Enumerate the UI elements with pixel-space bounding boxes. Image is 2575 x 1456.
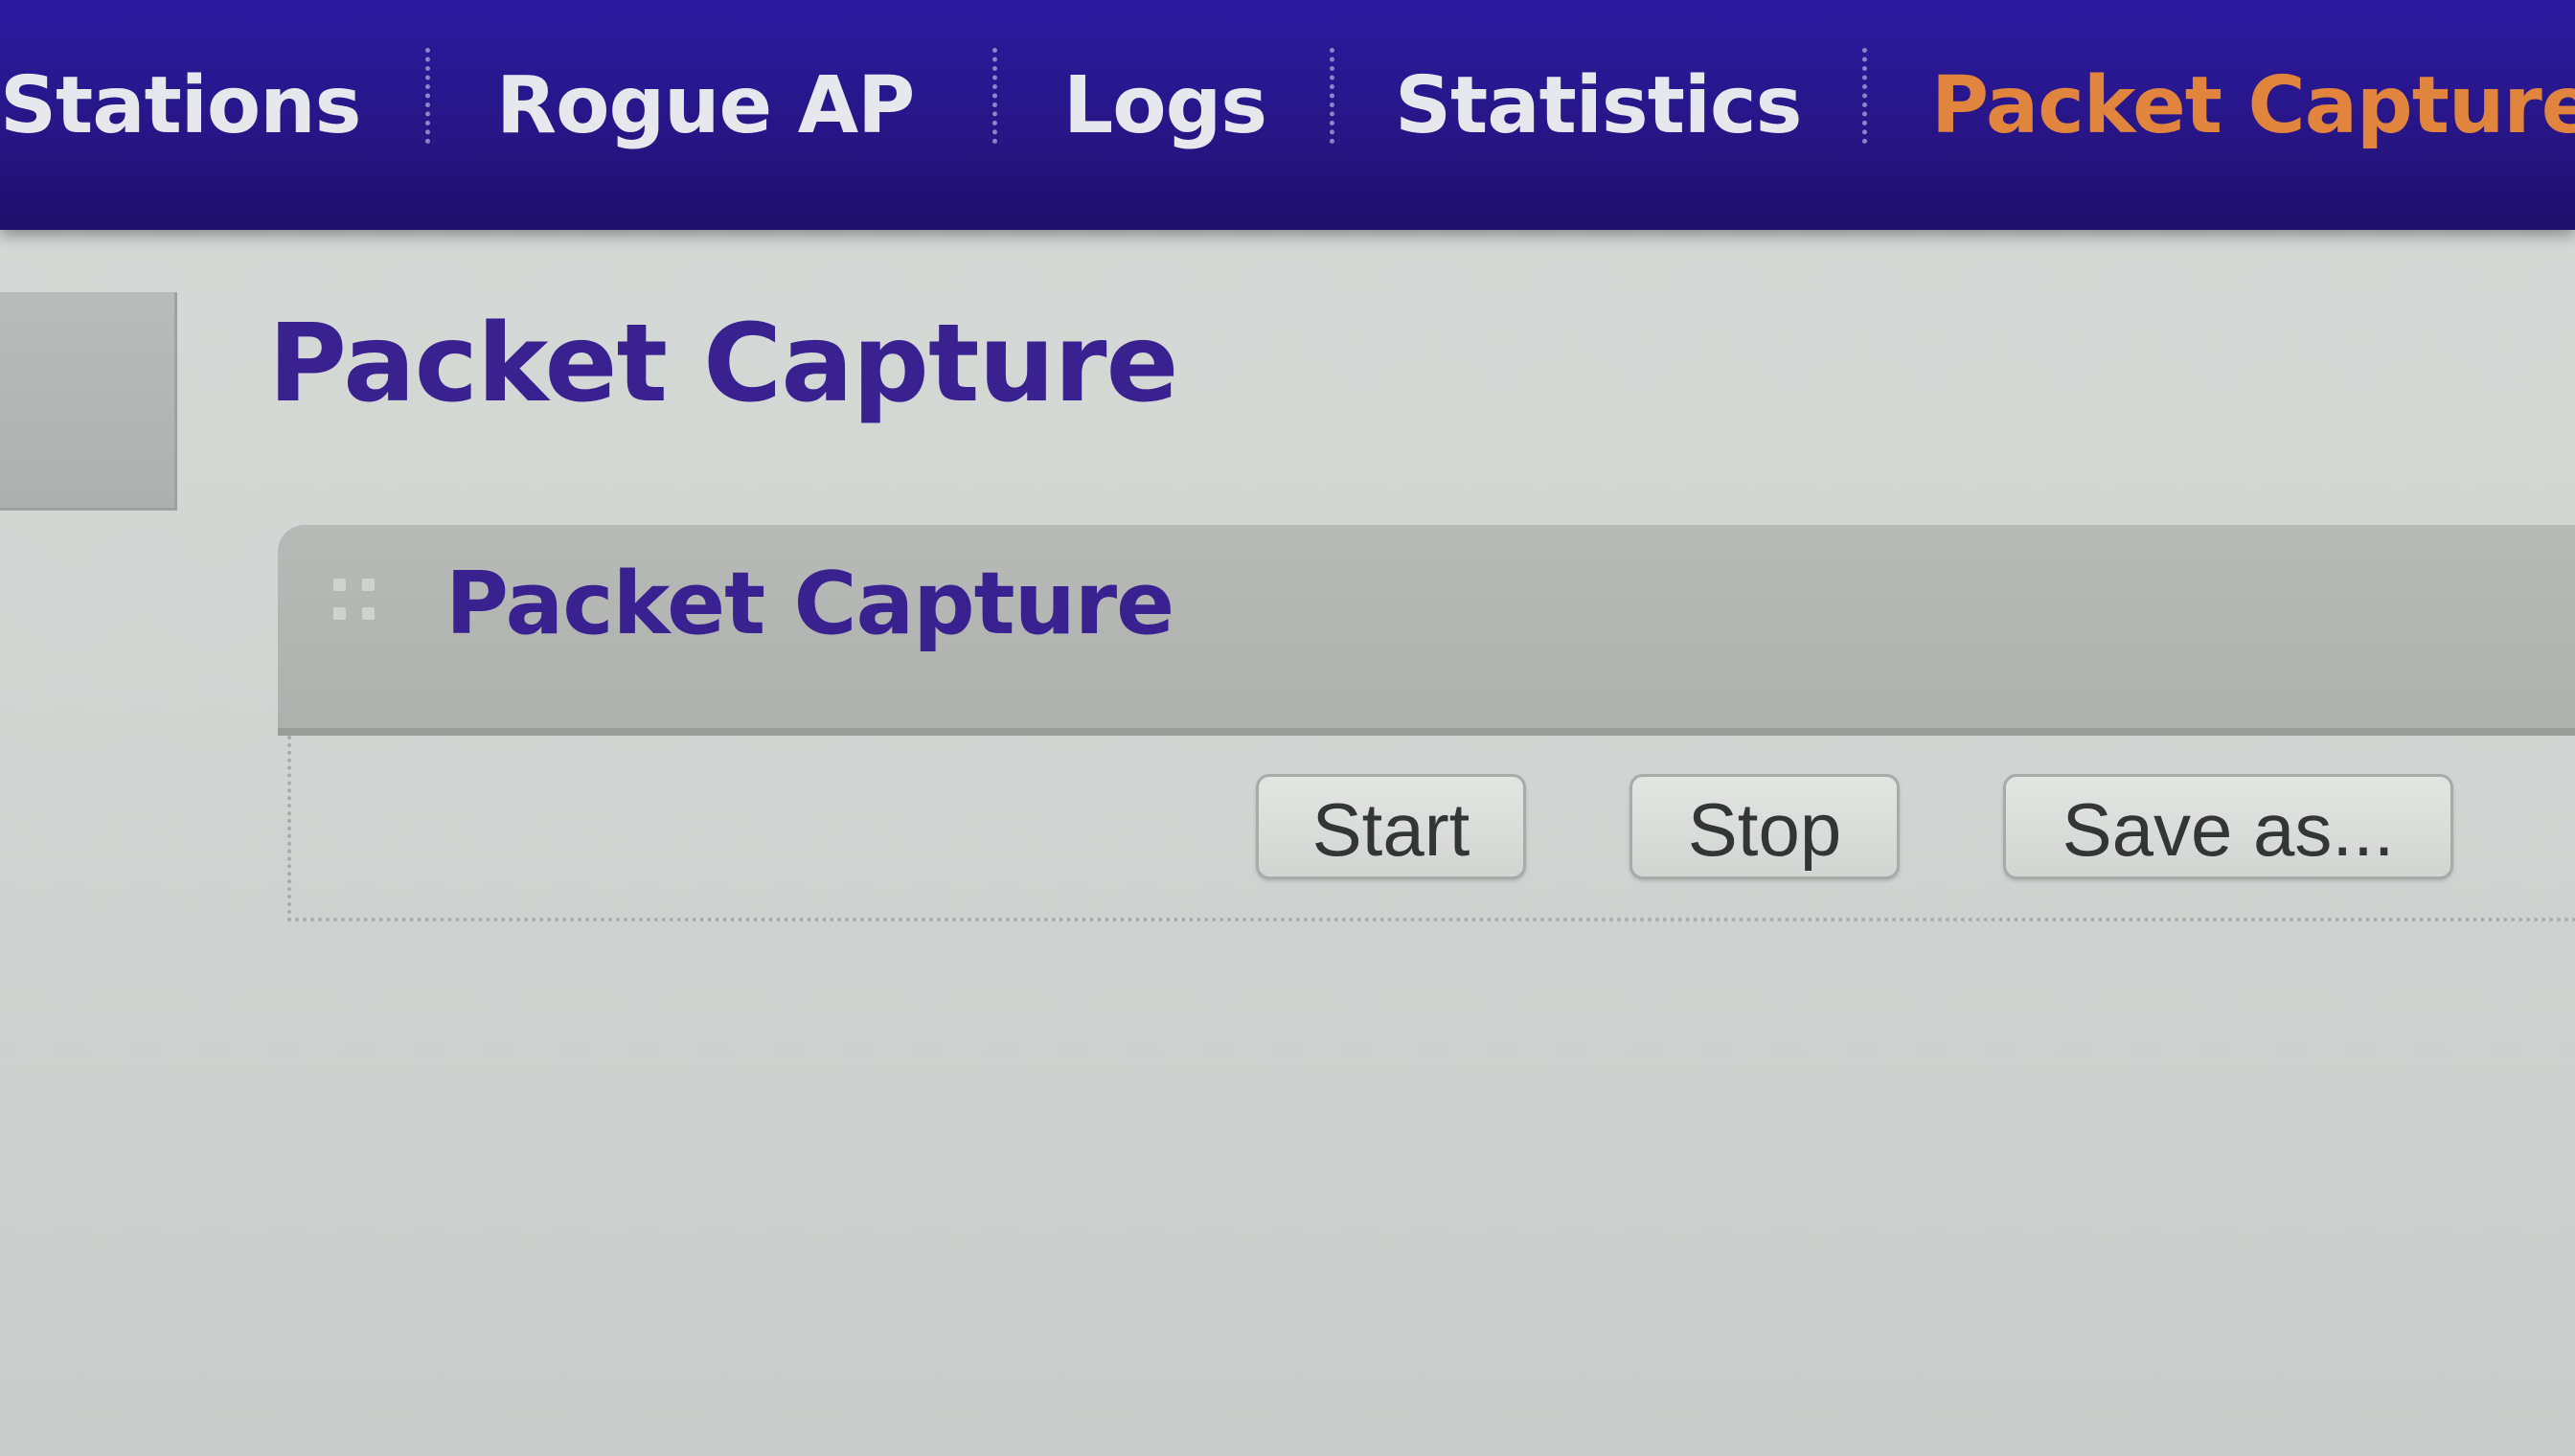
side-tab[interactable] — [0, 292, 177, 511]
panel-title: Packet Capture — [445, 554, 1174, 654]
nav-separator — [1330, 48, 1334, 144]
nav-item-packet-capture[interactable]: Packet Capture — [1931, 54, 2575, 159]
drag-handle-icon[interactable] — [333, 579, 391, 646]
stop-button[interactable]: Stop — [1629, 774, 1900, 879]
page-title: Packet Capture — [268, 302, 1178, 426]
panel-body: Start Stop Save as... — [287, 736, 2575, 921]
panel-header: Packet Capture — [278, 525, 2575, 736]
nav-item-rogue-ap[interactable]: Rogue AP — [496, 54, 915, 159]
top-navigation-bar: Stations Rogue AP Logs Statistics Packet… — [0, 0, 2575, 230]
nav-item-stations[interactable]: Stations — [0, 54, 361, 159]
nav-separator — [425, 48, 430, 144]
nav-item-statistics[interactable]: Statistics — [1395, 54, 1802, 159]
packet-capture-panel: Packet Capture Start Stop Save as... — [278, 525, 2575, 927]
start-button[interactable]: Start — [1256, 774, 1526, 879]
save-as-button[interactable]: Save as... — [2003, 774, 2453, 879]
nav-separator — [992, 48, 997, 144]
nav-item-logs[interactable]: Logs — [1063, 54, 1267, 159]
nav-separator — [1862, 48, 1867, 144]
